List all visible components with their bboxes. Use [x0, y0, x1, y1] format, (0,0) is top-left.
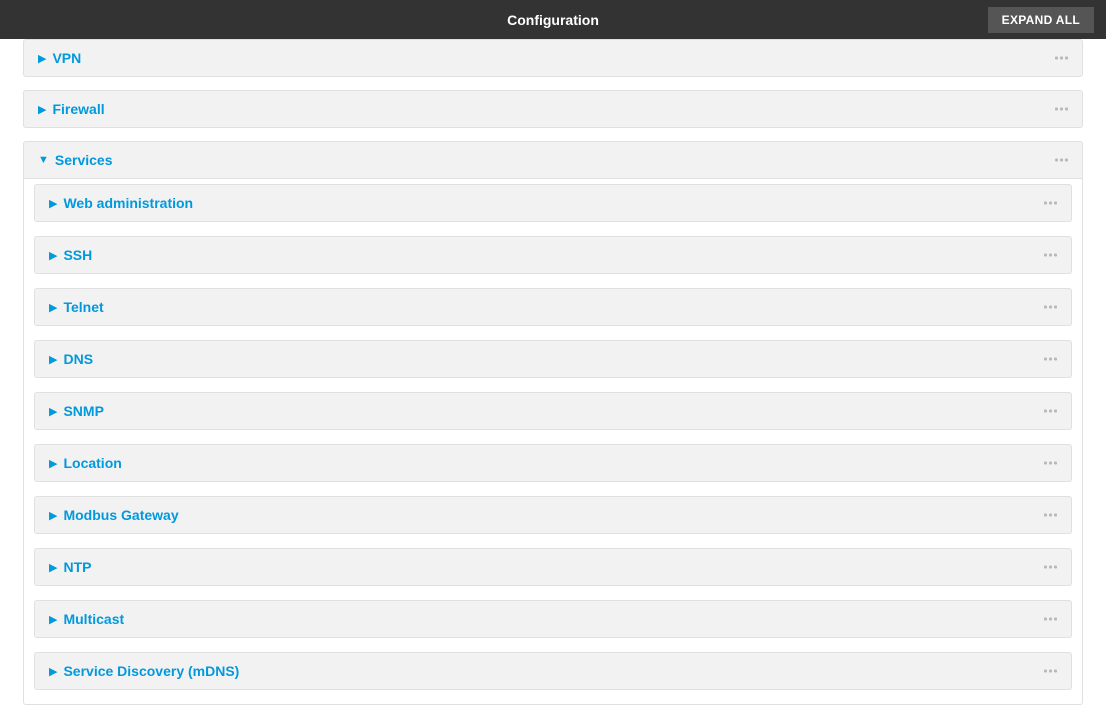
chevron-right-icon: ▶ — [49, 457, 57, 470]
chevron-right-icon: ▶ — [49, 405, 57, 418]
panel-telnet[interactable]: ▶ Telnet — [34, 288, 1072, 326]
drag-handle-icon[interactable] — [1044, 514, 1057, 517]
panel-services[interactable]: ▼ Services — [23, 141, 1083, 179]
panel-label-telnet: Telnet — [63, 299, 103, 315]
page-title: Configuration — [507, 12, 599, 28]
panel-service-discovery-mdns[interactable]: ▶ Service Discovery (mDNS) — [34, 652, 1072, 690]
chevron-right-icon: ▶ — [49, 509, 57, 522]
drag-handle-icon[interactable] — [1055, 108, 1068, 111]
drag-handle-icon[interactable] — [1044, 670, 1057, 673]
content-area: ▶ VPN ▶ Firewall ▼ Services ▶ Web admini… — [0, 39, 1106, 705]
chevron-right-icon: ▶ — [38, 52, 46, 65]
panel-label-dns: DNS — [63, 351, 93, 367]
panel-firewall[interactable]: ▶ Firewall — [23, 90, 1083, 128]
panel-label-snmp: SNMP — [63, 403, 103, 419]
panel-label-services: Services — [55, 152, 113, 168]
panel-ssh[interactable]: ▶ SSH — [34, 236, 1072, 274]
chevron-down-icon: ▼ — [38, 154, 49, 166]
panel-label-multicast: Multicast — [63, 611, 124, 627]
panel-label-ntp: NTP — [63, 559, 91, 575]
chevron-right-icon: ▶ — [49, 613, 57, 626]
drag-handle-icon[interactable] — [1044, 566, 1057, 569]
services-container: ▶ Web administration ▶ SSH ▶ Telnet ▶ DN… — [23, 166, 1083, 705]
chevron-right-icon: ▶ — [49, 665, 57, 678]
drag-handle-icon[interactable] — [1044, 462, 1057, 465]
drag-handle-icon[interactable] — [1055, 57, 1068, 60]
panel-label-modbus-gateway: Modbus Gateway — [63, 507, 178, 523]
panel-multicast[interactable]: ▶ Multicast — [34, 600, 1072, 638]
panel-modbus-gateway[interactable]: ▶ Modbus Gateway — [34, 496, 1072, 534]
panel-location[interactable]: ▶ Location — [34, 444, 1072, 482]
panel-label-service-discovery-mdns: Service Discovery (mDNS) — [63, 663, 239, 679]
chevron-right-icon: ▶ — [38, 103, 46, 116]
header-bar: Configuration EXPAND ALL — [0, 0, 1106, 39]
panel-label-firewall: Firewall — [52, 101, 104, 117]
panel-label-ssh: SSH — [63, 247, 92, 263]
chevron-right-icon: ▶ — [49, 301, 57, 314]
panel-vpn[interactable]: ▶ VPN — [23, 39, 1083, 77]
chevron-right-icon: ▶ — [49, 353, 57, 366]
panel-ntp[interactable]: ▶ NTP — [34, 548, 1072, 586]
drag-handle-icon[interactable] — [1055, 159, 1068, 162]
panel-label-web-administration: Web administration — [63, 195, 193, 211]
chevron-right-icon: ▶ — [49, 197, 57, 210]
drag-handle-icon[interactable] — [1044, 254, 1057, 257]
panel-label-location: Location — [63, 455, 121, 471]
panel-web-administration[interactable]: ▶ Web administration — [34, 184, 1072, 222]
chevron-right-icon: ▶ — [49, 561, 57, 574]
panel-label-vpn: VPN — [52, 50, 81, 66]
panel-snmp[interactable]: ▶ SNMP — [34, 392, 1072, 430]
drag-handle-icon[interactable] — [1044, 410, 1057, 413]
drag-handle-icon[interactable] — [1044, 202, 1057, 205]
drag-handle-icon[interactable] — [1044, 306, 1057, 309]
panel-dns[interactable]: ▶ DNS — [34, 340, 1072, 378]
drag-handle-icon[interactable] — [1044, 618, 1057, 621]
expand-all-button[interactable]: EXPAND ALL — [988, 7, 1094, 33]
chevron-right-icon: ▶ — [49, 249, 57, 262]
drag-handle-icon[interactable] — [1044, 358, 1057, 361]
